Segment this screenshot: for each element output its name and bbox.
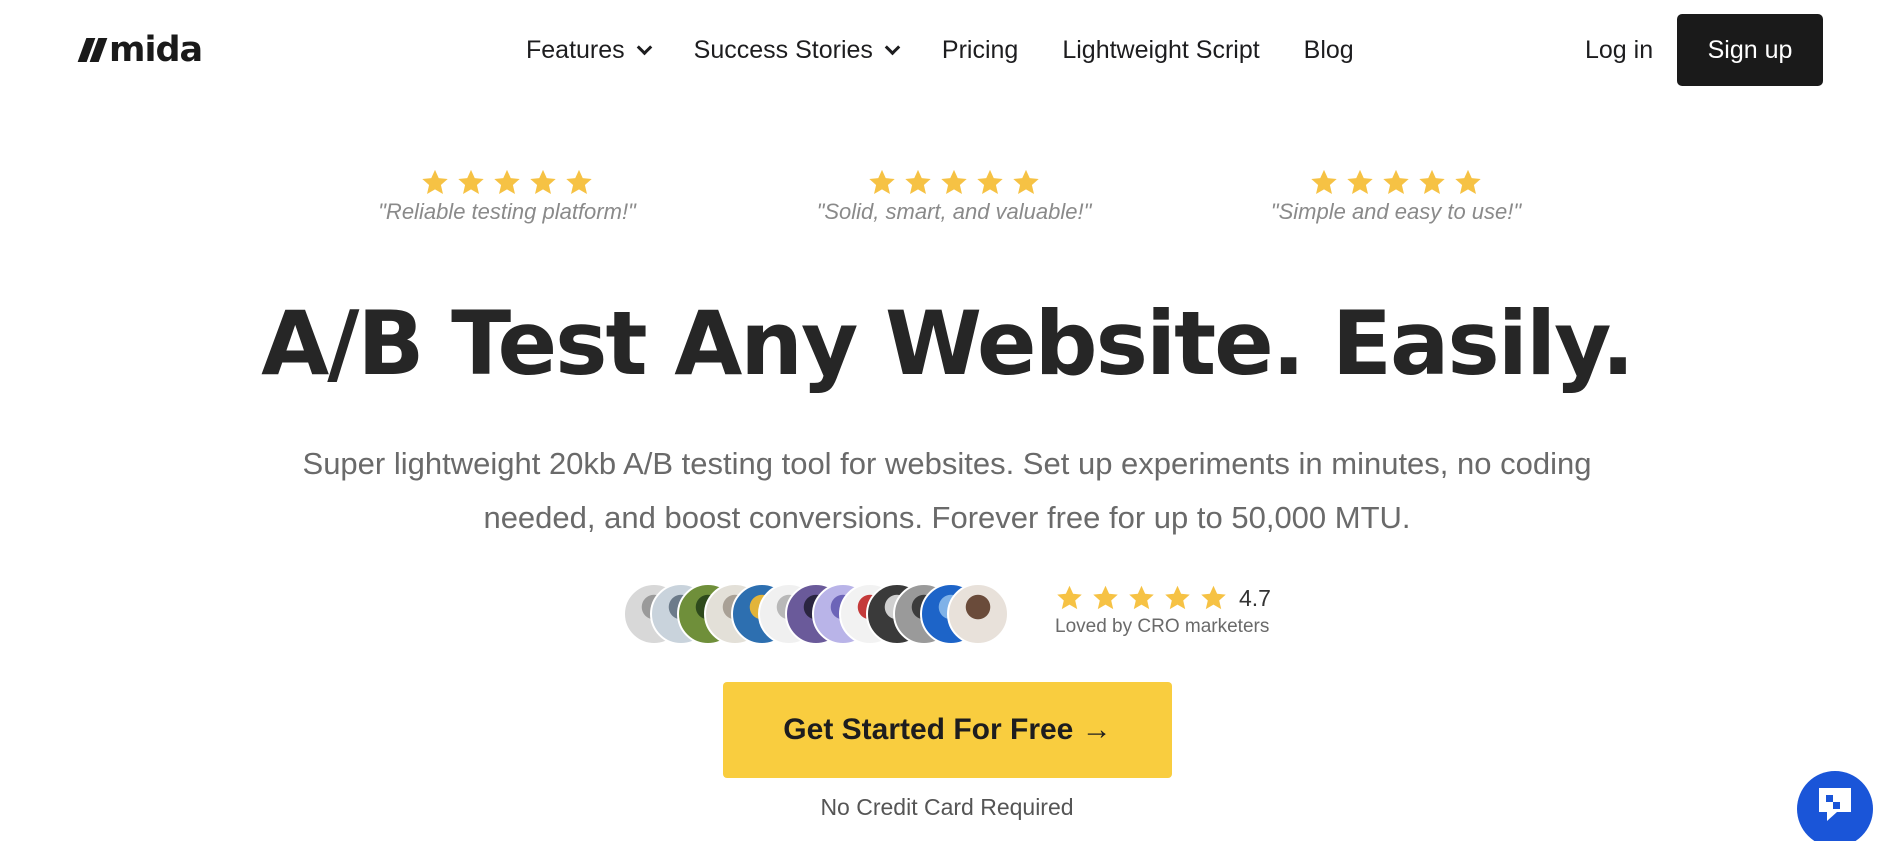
star-icon: [903, 168, 933, 197]
nav-item-success-stories[interactable]: Success Stories: [693, 35, 901, 65]
no-credit-card-note: No Credit Card Required: [820, 794, 1074, 820]
nav-item-label: Features: [526, 35, 625, 64]
star-icon: [564, 168, 594, 197]
star-icon: [456, 168, 486, 197]
chevron-down-icon: [636, 39, 652, 55]
review-stars: [867, 168, 1041, 197]
star-icon: [1055, 584, 1084, 612]
review-card: "Solid, smart, and valuable!": [812, 168, 1096, 225]
star-icon: [975, 168, 1005, 197]
rating-stars: [1055, 584, 1235, 612]
star-icon: [1381, 168, 1411, 197]
avatar: [947, 583, 1009, 645]
mida-logo[interactable]: mida: [77, 30, 203, 70]
star-icon: [1163, 584, 1192, 612]
rating-value: 4.7: [1239, 584, 1271, 611]
top-navigation: mida Features Success Stories Pricing Li…: [0, 0, 1884, 100]
nav-item-lightweight-script[interactable]: Lightweight Script: [1062, 36, 1259, 65]
login-link[interactable]: Log in: [1585, 30, 1653, 70]
nav-item-pricing[interactable]: Pricing: [942, 36, 1018, 65]
review-quote: "Simple and easy to use!": [1270, 199, 1522, 224]
hero-subtext: Super lightweight 20kb A/B testing tool …: [302, 446, 1592, 535]
logo-mark-icon: [77, 38, 108, 62]
get-started-button[interactable]: Get Started For Free →: [723, 682, 1172, 778]
review-stars: [1309, 168, 1483, 197]
star-icon: [1199, 584, 1228, 612]
nav-item-label: Success Stories: [693, 35, 873, 64]
star-icon: [420, 168, 450, 197]
nav-item-features[interactable]: Features: [526, 35, 652, 65]
review-quote: "Reliable testing platform!": [378, 199, 636, 224]
chat-widget-button[interactable]: [1797, 771, 1873, 841]
customer-avatars: [623, 583, 1043, 645]
chevron-down-icon: [884, 39, 901, 55]
nav-item-label: Blog: [1303, 35, 1354, 64]
rating-summary: 4.7 Loved by CRO marketers: [1055, 584, 1271, 638]
review-stars: [420, 168, 594, 197]
star-icon: [492, 168, 522, 197]
chat-icon: [1815, 787, 1855, 829]
star-icon: [1127, 584, 1156, 612]
star-icon: [1309, 168, 1339, 197]
hero-headline: A/B Test Any Website. Easily.: [261, 292, 1635, 395]
nav-item-label: Pricing: [941, 35, 1019, 64]
star-icon: [867, 168, 897, 197]
star-icon: [939, 168, 969, 197]
review-card: "Simple and easy to use!": [1266, 168, 1526, 225]
review-card: "Reliable testing platform!": [372, 168, 642, 225]
rating-caption: Loved by CRO marketers: [1055, 616, 1270, 637]
signup-button[interactable]: Sign up: [1677, 14, 1823, 86]
review-quote: "Solid, smart, and valuable!": [816, 199, 1092, 224]
star-icon: [1011, 168, 1041, 197]
logo-text: mida: [109, 30, 203, 70]
star-icon: [1453, 168, 1483, 197]
star-icon: [1345, 168, 1375, 197]
star-icon: [1417, 168, 1447, 197]
star-icon: [528, 168, 558, 197]
nav-item-blog[interactable]: Blog: [1304, 36, 1354, 65]
nav-item-label: Lightweight Script: [1062, 35, 1260, 64]
rating-row: 4.7: [1055, 584, 1271, 612]
main-menu: Features Success Stories Pricing Lightwe…: [526, 30, 1398, 70]
star-icon: [1091, 584, 1120, 612]
